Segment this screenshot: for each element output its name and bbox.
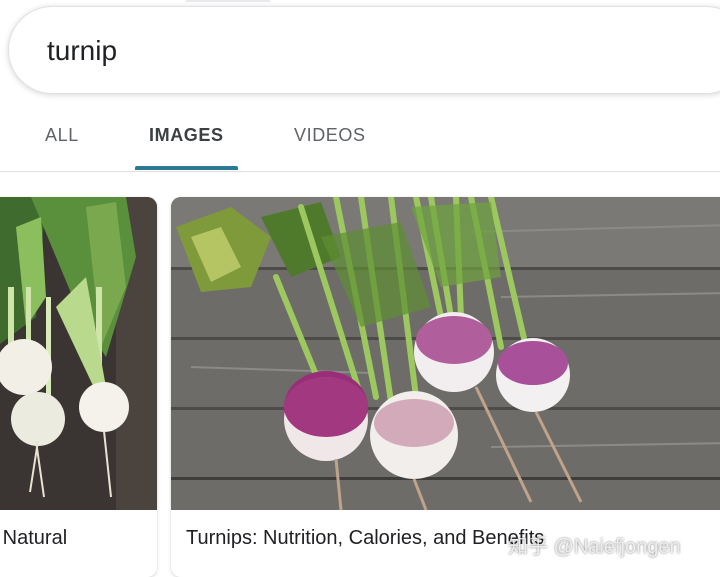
- search-tabs: ALL IMAGES VIDEOS: [0, 108, 720, 172]
- result-title[interactable]: Turnips: Nutrition, Calories, and Benefi…: [186, 527, 544, 550]
- turnip-image-thumbnail[interactable]: [171, 197, 720, 510]
- top-edge-decoration: [186, 0, 270, 2]
- tab-images[interactable]: IMAGES: [149, 125, 224, 146]
- turnip-image-thumbnail[interactable]: [0, 197, 157, 510]
- result-title[interactable]: e Natural: [0, 527, 67, 550]
- active-tab-indicator: [135, 166, 238, 170]
- tab-all[interactable]: ALL: [45, 125, 79, 146]
- tabs-divider: [0, 171, 720, 172]
- image-result-card[interactable]: Turnips: Nutrition, Calories, and Benefi…: [171, 197, 720, 577]
- search-input[interactable]: [47, 31, 647, 71]
- tab-videos[interactable]: VIDEOS: [294, 125, 366, 146]
- watermark: 知乎 @Naiefjongen: [508, 536, 681, 558]
- image-result-card[interactable]: e Natural: [0, 197, 157, 577]
- search-bar[interactable]: [8, 6, 720, 94]
